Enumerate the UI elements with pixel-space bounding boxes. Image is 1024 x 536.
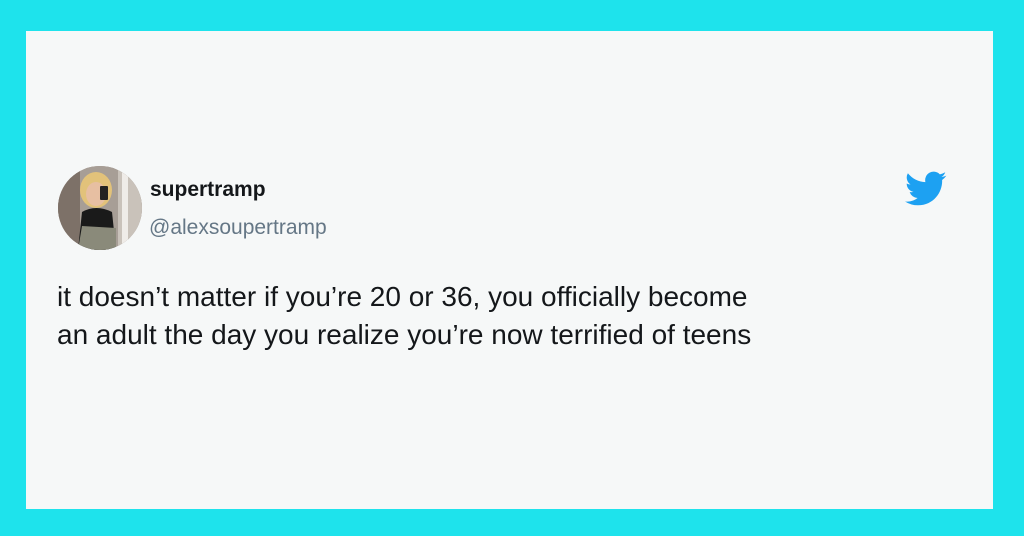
profile-photo xyxy=(58,166,142,250)
display-name[interactable]: supertramp xyxy=(150,178,266,202)
user-handle[interactable]: @alexsoupertramp xyxy=(149,216,327,240)
tweet-text-line-2: an adult the day you realize you’re now … xyxy=(57,319,752,350)
tweet-text-line-1: it doesn’t matter if you’re 20 or 36, yo… xyxy=(57,281,748,312)
tweet-card: supertramp @alexsoupertramp it doesn’t m… xyxy=(26,31,993,509)
avatar[interactable] xyxy=(58,166,142,250)
tweet-text: it doesn’t matter if you’re 20 or 36, yo… xyxy=(57,278,957,354)
twitter-bird-icon xyxy=(905,171,947,207)
